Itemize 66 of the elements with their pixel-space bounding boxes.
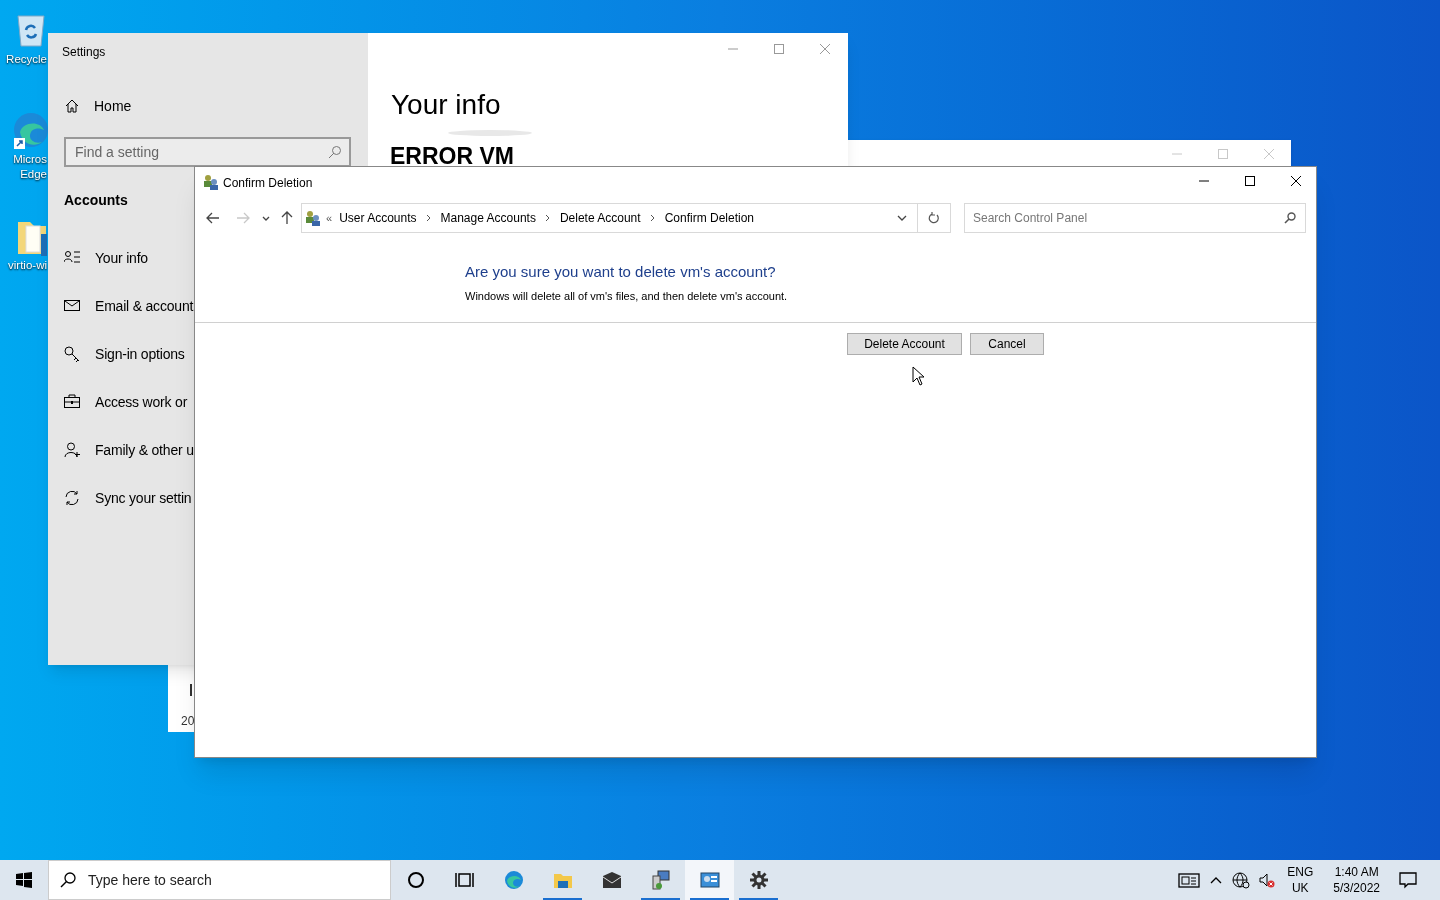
task-view-icon: [454, 870, 475, 890]
sidebar-item[interactable]: Family & other u: [64, 439, 194, 461]
sidebar-item[interactable]: Your info: [64, 247, 148, 269]
desktop-icon-label: virtio-wi: [8, 258, 47, 273]
envelope-icon: [64, 298, 80, 314]
sidebar-item[interactable]: Sign-in options: [64, 343, 185, 365]
breadcrumb-item[interactable]: Confirm Deletion: [664, 209, 754, 227]
back-arrow-icon[interactable]: [206, 211, 220, 225]
desktop-icon-label: Recycle: [6, 52, 47, 67]
language-indicator[interactable]: ENG UK: [1287, 864, 1314, 896]
text-cursor-icon: [190, 684, 192, 696]
search-field[interactable]: Type here to search: [48, 860, 391, 900]
globe-icon[interactable]: [1232, 871, 1251, 889]
control-panel-icon: [699, 870, 720, 890]
desktop-icon-label: Edge: [20, 167, 47, 182]
sidebar-item[interactable]: Sync your settin: [64, 487, 192, 509]
address-bar[interactable]: « User Accounts Manage Accounts Delete Account Confirm Deletion: [301, 203, 951, 233]
refresh-icon[interactable]: [928, 212, 940, 224]
breadcrumb-item[interactable]: Manage Accounts: [440, 209, 536, 227]
mouse-cursor-icon: [912, 366, 926, 386]
search-field[interactable]: Find a setting: [64, 137, 351, 167]
users-icon: [305, 210, 321, 226]
person-list-icon: [64, 250, 80, 266]
chevron-icon: [544, 214, 551, 222]
account-name: ERROR VM: [390, 144, 514, 168]
users-icon: [203, 174, 219, 190]
breadcrumb-item[interactable]: User Accounts: [339, 209, 417, 227]
person-add-icon: [64, 442, 80, 458]
chevron-icon: [649, 214, 656, 222]
search-icon: [328, 145, 342, 159]
dialog-heading: Are you sure you want to delete vm's account?: [465, 262, 776, 282]
cortana-icon: [405, 870, 426, 890]
browser-icon: [503, 870, 524, 890]
breadcrumb-item[interactable]: Delete Account: [559, 209, 641, 227]
up-arrow-icon[interactable]: [280, 211, 294, 225]
window-title: Settings: [62, 44, 106, 61]
computer-icon: [650, 870, 671, 890]
page-title: Your info: [391, 88, 501, 122]
gear-icon: [748, 870, 769, 890]
notification-icon[interactable]: [1398, 870, 1418, 890]
sync-icon: [64, 490, 80, 506]
speaker-muted-icon[interactable]: [1259, 871, 1276, 889]
news-icon[interactable]: [1178, 871, 1201, 889]
mail-icon: [601, 870, 622, 890]
home-icon: [64, 98, 80, 114]
key-icon: [64, 346, 80, 362]
window-title: Confirm Deletion: [223, 175, 313, 192]
search-icon: [1284, 212, 1296, 224]
sidebar-item[interactable]: Access work or: [64, 391, 188, 413]
home-link[interactable]: Home: [64, 95, 132, 117]
window-text: 20: [181, 713, 195, 730]
maximize-icon[interactable]: [1244, 175, 1256, 187]
sidebar-item[interactable]: Email & account: [64, 295, 194, 317]
briefcase-icon: [64, 394, 80, 410]
chevron-icon: [425, 214, 432, 222]
dialog-button[interactable]: Delete Account: [847, 333, 962, 355]
clock[interactable]: 1:40 AM 5/3/2022: [1327, 864, 1386, 896]
search-icon: [60, 872, 76, 888]
dialog-button[interactable]: Cancel: [970, 333, 1044, 355]
dialog-message: Windows will delete all of vm's files, and then delete vm's account.: [465, 289, 788, 304]
desktop-icon-label: Micros: [13, 152, 47, 167]
windows-logo-icon: [16, 872, 32, 888]
overflow-chevron[interactable]: «: [326, 209, 333, 227]
dropdown-icon[interactable]: [897, 214, 907, 222]
section-heading: Accounts: [64, 191, 128, 210]
close-icon[interactable]: [1290, 175, 1302, 187]
